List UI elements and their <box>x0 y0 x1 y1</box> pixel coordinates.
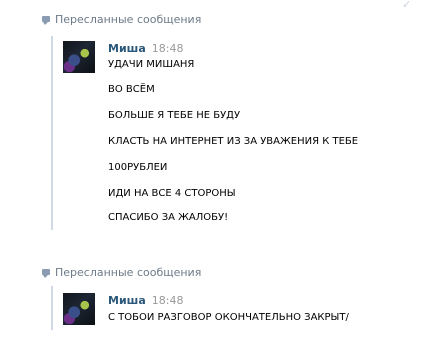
author-name[interactable]: Миша <box>108 42 146 55</box>
forwarded-header-label: Пересланные сообщения <box>55 12 202 26</box>
message-line: 100РУБЛЕИ <box>108 162 168 173</box>
message-line: ВО ВСЁМ <box>108 84 155 95</box>
avatar[interactable] <box>63 41 95 73</box>
check-icon[interactable]: ✓ <box>402 0 412 12</box>
author-name[interactable]: Миша <box>108 294 146 307</box>
forwarded-message: Миша 18:48 С ТОБОИ РАЗГОВОР ОКОНЧАТЕЛЬНО… <box>51 286 349 330</box>
forwarded-header: Пересланные сообщения <box>42 264 201 280</box>
message-time: 18:48 <box>151 294 184 307</box>
message-header: Миша 18:48 <box>108 294 183 308</box>
forwarded-message: Миша 18:48 УДАЧИ МИШАНЯ ВО ВСЁМ БОЛЬШЕ Я… <box>51 36 358 230</box>
message-header: Миша 18:48 <box>108 42 183 56</box>
comment-icon <box>42 269 50 278</box>
forwarded-header: Пересланные сообщения <box>42 11 201 27</box>
message-line: С ТОБОИ РАЗГОВОР ОКОНЧАТЕЛЬНО ЗАКРЫТ/ <box>108 312 349 323</box>
message-line: БОЛЬШЕ Я ТЕБЕ НЕ БУДУ <box>108 110 241 121</box>
avatar[interactable] <box>63 293 95 325</box>
message-line: УДАЧИ МИШАНЯ <box>108 59 195 70</box>
forwarded-header-label: Пересланные сообщения <box>55 265 202 279</box>
comment-icon <box>42 16 50 25</box>
message-time: 18:48 <box>151 42 184 55</box>
message-line: СПАСИБО ЗА ЖАЛОБУ! <box>108 212 229 223</box>
message-line: КЛАСТЬ НА ИНТЕРНЕТ ИЗ ЗА УВАЖЕНИЯ К ТЕБЕ <box>108 136 359 147</box>
message-line: ИДИ НА ВСЕ 4 СТОРОНЫ <box>108 188 236 199</box>
